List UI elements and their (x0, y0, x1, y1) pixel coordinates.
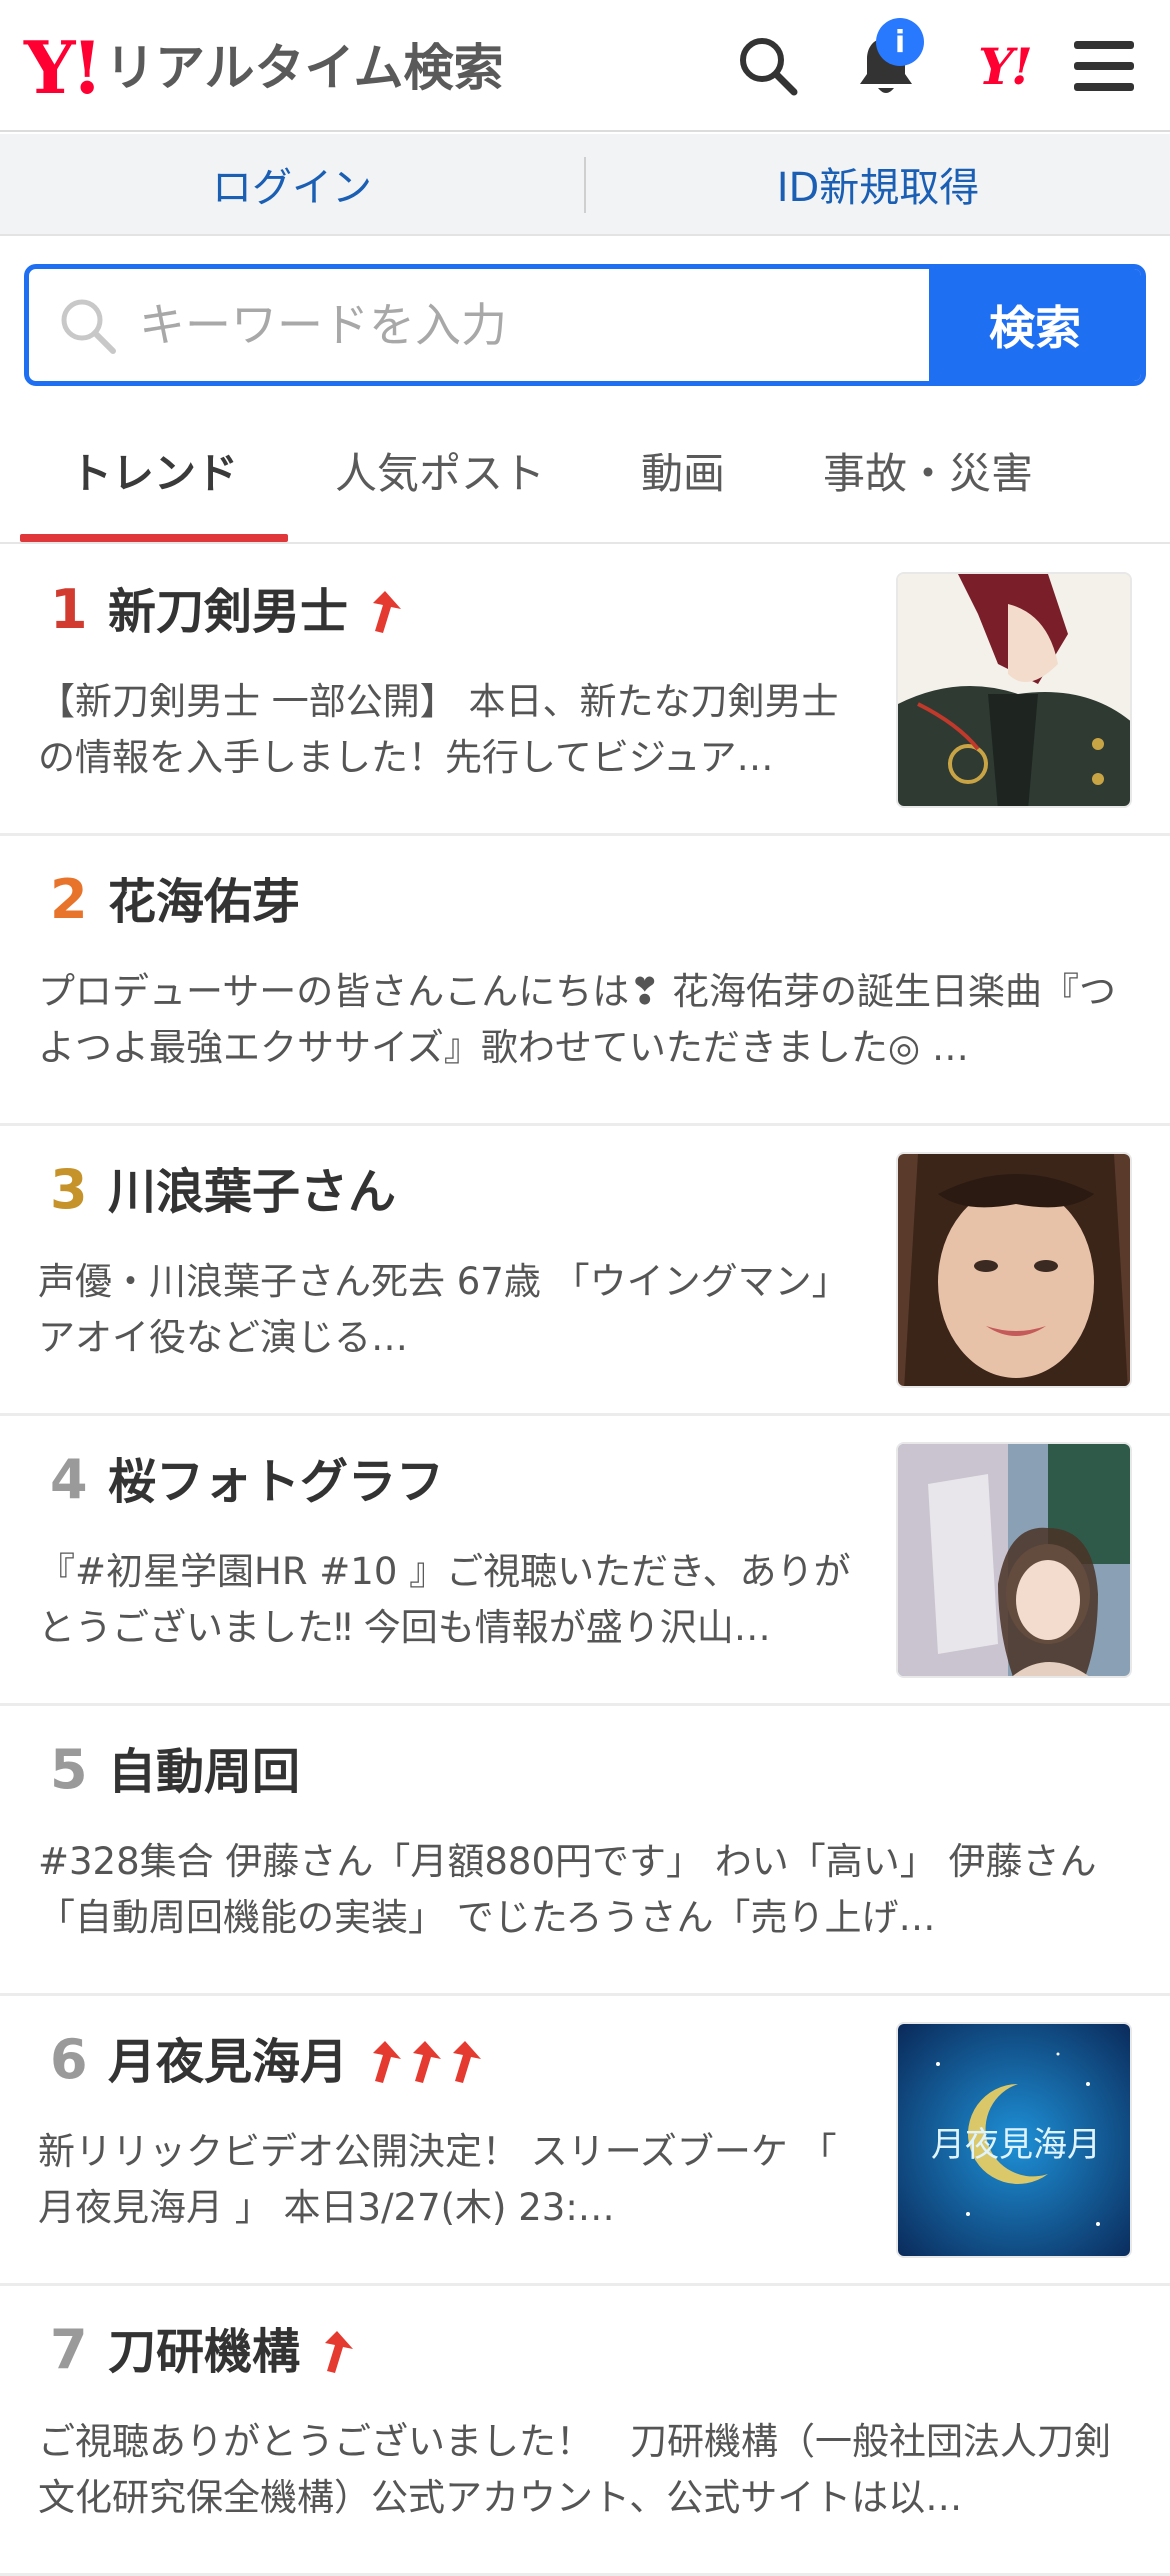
rising-arrows (314, 2329, 354, 2375)
thumbnail-overlay-text: 月夜見海月 (931, 2125, 1101, 2165)
rising-arrows (362, 2039, 482, 2085)
trend-thumbnail[interactable] (896, 1442, 1132, 1678)
trend-description: ご視聴ありがとうございました！ 刀研機構（一般社団法人刀剣文化研究保全機構）公式… (38, 2420, 1111, 2519)
login-bar: ログイン ID新規取得 (0, 134, 1170, 236)
trend-description: 『#初星学園HR #10 』ご視聴いただき、ありがとうございました‼ 今回も情報… (38, 1550, 851, 1649)
trend-title: 川浪葉子さん (108, 1160, 396, 1224)
rising-arrow-icon (453, 2041, 482, 2083)
trend-title-text: 新刀剣男士 (108, 584, 349, 640)
trend-title: 新刀剣男士 (108, 580, 402, 644)
trend-item-5[interactable]: 5 自動周回 #328集合 伊藤さん「月額880円です」 わい「高い」 伊藤さん… (0, 1706, 1170, 1996)
trend-item-3[interactable]: 3 川浪葉子さん 声優・川浪葉子さん死去 67歳 「ウイングマン」アオイ役など演… (0, 1126, 1170, 1416)
trend-rank: 1 (50, 578, 88, 641)
trend-rank: 2 (50, 868, 88, 931)
rising-arrow-icon (373, 591, 402, 633)
trend-description: #328集合 伊藤さん「月額880円です」 わい「高い」 伊藤さん「自動周回機能… (38, 1840, 1097, 1939)
search-button[interactable]: 検索 (929, 269, 1141, 381)
trend-item-6[interactable]: 6 月夜見海月 新リリックビデオ公開決定！ スリーズブーケ 「 月夜見海月 」 … (0, 1996, 1170, 2286)
yahoo-japan-logo: Y! (978, 36, 1033, 96)
bell-icon[interactable]: i (850, 18, 924, 102)
idol-photo (898, 1444, 1130, 1676)
trend-title: 花海佑芽 (108, 870, 300, 934)
trend-item-7[interactable]: 7 刀研機構 ご視聴ありがとうございました！ 刀研機構（一般社団法人刀剣文化研究… (0, 2286, 1170, 2576)
login-link[interactable]: ログイン (0, 134, 584, 234)
trend-item-2[interactable]: 2 花海佑芽 プロデューサーの皆さんこんにちは❣ 花海佑芽の誕生日楽曲『つよつよ… (0, 836, 1170, 1126)
trend-description: 声優・川浪葉子さん死去 67歳 「ウイングマン」アオイ役など演じる… (38, 1260, 849, 1359)
trend-rank: 6 (50, 2028, 88, 2091)
tab-videos[interactable]: 動画 (590, 396, 776, 544)
rising-arrow-icon (373, 2041, 402, 2083)
search-box: 検索 (24, 264, 1146, 386)
notification-badge: i (876, 18, 924, 66)
trend-thumbnail[interactable] (896, 1152, 1132, 1388)
trend-rank: 7 (50, 2318, 88, 2381)
rising-arrows (362, 589, 402, 635)
active-tab-indicator (20, 534, 288, 542)
trend-description: 【新刀剣男士 一部公開】 本日、新たな刀剣男士の情報を入手しました！先行してビジ… (38, 680, 839, 779)
trend-item-1[interactable]: 1 新刀剣男士 【新刀剣男士 一部公開】 本日、新たな刀剣男士の情報を入手しまし… (0, 546, 1170, 836)
trend-item-4[interactable]: 4 桜フォトグラフ 『#初星学園HR #10 』ご視聴いただき、ありがとうござい… (0, 1416, 1170, 1706)
portrait-photo (898, 1154, 1130, 1386)
search-input[interactable] (139, 269, 959, 381)
rising-arrow-icon (413, 2041, 442, 2083)
trend-title-text: 桜フォトグラフ (108, 1454, 445, 1510)
app-header: Y! リアルタイム検索 i Y! (0, 0, 1170, 132)
trend-title: 刀研機構 (108, 2320, 354, 2384)
trend-list: 1 新刀剣男士 【新刀剣男士 一部公開】 本日、新たな刀剣男士の情報を入手しまし… (0, 546, 1170, 2576)
trend-title: 月夜見海月 (108, 2030, 482, 2094)
tab-popular-posts[interactable]: 人気ポスト (300, 396, 580, 544)
tab-trend[interactable]: トレンド (20, 396, 288, 544)
trend-title: 桜フォトグラフ (108, 1450, 444, 1514)
trend-rank: 3 (50, 1158, 88, 1221)
trend-title: 自動周回 (108, 1740, 300, 1804)
signup-link[interactable]: ID新規取得 (586, 134, 1170, 234)
app-title: リアルタイム検索 (105, 39, 504, 97)
trend-title-text: 花海佑芽 (108, 874, 301, 930)
yahoo-logo-mark: Y! (24, 25, 103, 110)
trend-description: 新リリックビデオ公開決定！ スリーズブーケ 「 月夜見海月 」 本日3/27(木… (38, 2130, 837, 2229)
category-tabs: トレンド 人気ポスト 動画 事故・災害 (0, 396, 1170, 544)
rising-arrow-icon (325, 2331, 354, 2373)
trend-title-text: 川浪葉子さん (108, 1164, 397, 1220)
tab-accidents-disasters[interactable]: 事故・災害 (790, 396, 1066, 544)
yahoo-japan-icon[interactable]: Y! (968, 30, 1040, 102)
trend-rank: 5 (50, 1738, 88, 1801)
search-icon[interactable] (732, 30, 804, 102)
hamburger-menu-icon[interactable] (1068, 30, 1140, 102)
trend-description: プロデューサーの皆さんこんにちは❣ 花海佑芽の誕生日楽曲『つよつよ最強エクササイ… (38, 970, 1117, 1069)
moon-night-image: 月夜見海月 (898, 2024, 1130, 2256)
trend-thumbnail[interactable]: 月夜見海月 (896, 2022, 1132, 2258)
yahoo-realtime-logo[interactable]: Y! リアルタイム検索 (24, 28, 504, 108)
trend-title-text: 月夜見海月 (108, 2034, 349, 2090)
search-field-icon (61, 299, 116, 354)
anime-character-image (898, 574, 1130, 806)
trend-thumbnail[interactable] (896, 572, 1132, 808)
trend-title-text: 自動周回 (108, 1744, 301, 1800)
trend-title-text: 刀研機構 (108, 2324, 301, 2380)
trend-rank: 4 (50, 1448, 88, 1511)
